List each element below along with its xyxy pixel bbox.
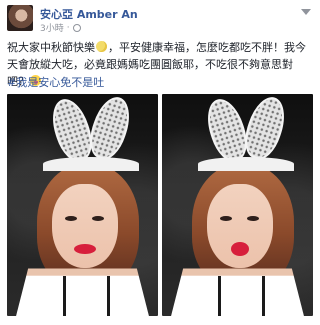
photo-1[interactable] [7,94,158,316]
headband [43,157,139,171]
bunny-ear-right [83,94,137,164]
right-eye [92,216,104,221]
post-timestamp[interactable]: 3小時 [40,21,64,34]
post-text-part1: 祝大家中秋節快樂 [7,41,95,54]
right-eye [247,216,259,221]
meta-separator: · [66,22,70,33]
bunny-ear-left [200,94,254,166]
strap-right [107,276,110,316]
lips [231,242,249,256]
author-avatar[interactable] [7,5,33,31]
chevron-down-icon[interactable] [301,9,311,15]
bunny-ear-right [238,94,292,164]
bunny-ear-left [45,94,99,166]
face [52,184,118,268]
strap-left [218,276,221,316]
author-name-link[interactable]: 安心亞 Amber An [40,6,138,22]
photo-2[interactable] [162,94,313,316]
lips [74,244,96,254]
photo-grid [7,94,313,316]
headband [198,157,294,171]
strap-left [63,276,66,316]
globe-icon[interactable] [72,23,81,32]
left-eye [65,216,77,221]
post-meta: 3小時 · [40,21,81,34]
strap-right [262,276,265,316]
moon-emoji-icon [96,41,107,52]
face [207,184,273,268]
left-eye [220,216,232,221]
hashtag-link[interactable]: #我是安心免不是吐 [7,74,104,90]
